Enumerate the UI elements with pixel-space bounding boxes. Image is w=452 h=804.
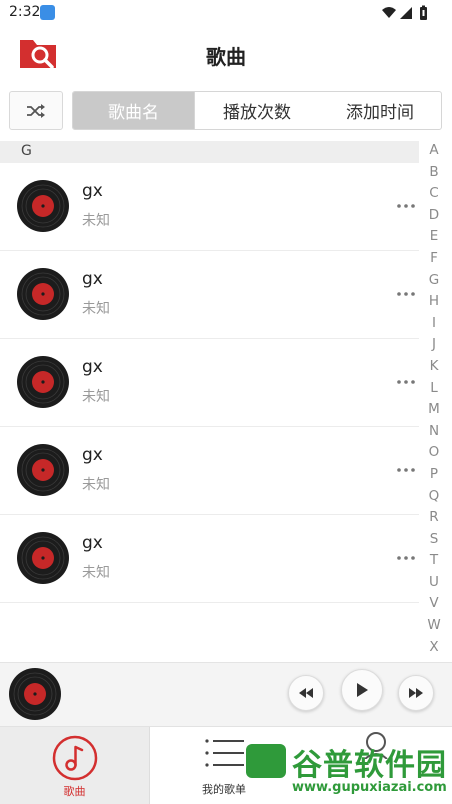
vinyl-disc-icon [17,180,69,232]
song-title: gx [82,445,103,465]
song-list-item[interactable]: gx 未知 [0,251,419,339]
index-letter[interactable]: V [424,593,444,615]
play-button[interactable] [341,669,383,711]
list-icon [205,739,244,767]
song-title: gx [82,181,103,201]
song-artist: 未知 [82,213,110,229]
index-letter[interactable]: X [424,637,444,659]
index-letter[interactable]: G [424,270,444,292]
section-letter: G [21,143,32,159]
index-letter[interactable]: A [424,140,444,162]
app-notification-icon [40,5,55,20]
vinyl-disc-icon [17,268,69,320]
index-letter[interactable]: E [424,226,444,248]
song-list-item[interactable]: gx 未知 [0,427,419,515]
index-letter[interactable]: P [424,464,444,486]
previous-button[interactable] [288,675,324,711]
tab-songs[interactable]: 歌曲 [0,727,150,804]
signal-icon [400,7,412,19]
index-letter[interactable]: T [424,550,444,572]
index-letter[interactable]: U [424,572,444,594]
music-note-icon [52,735,98,781]
more-options-icon[interactable] [396,291,416,297]
status-time: 2:32 [9,4,41,20]
tab-sort-by-name[interactable]: 歌曲名 [73,92,195,129]
sort-toolbar: 歌曲名 播放次数 添加时间 [0,82,452,140]
index-letter[interactable]: O [424,442,444,464]
app-header: 歌曲 [0,26,452,82]
index-letter[interactable]: W [424,615,444,637]
song-list: gx 未知 gx 未知 gx 未知 gx 未知 gx 未知 [0,163,419,603]
song-list-item[interactable]: gx 未知 [0,163,419,251]
more-options-icon[interactable] [396,379,416,385]
play-icon [357,683,368,697]
index-letter[interactable]: J [424,334,444,356]
index-letter[interactable]: F [424,248,444,270]
song-artist: 未知 [82,565,110,581]
index-letter[interactable]: S [424,529,444,551]
watermark: 谷普软件园 www.gupuxiazai.com [246,738,449,800]
index-letter[interactable]: L [424,378,444,400]
index-letter[interactable]: Q [424,486,444,508]
watermark-url: www.gupuxiazai.com [292,780,447,795]
index-letter[interactable]: I [424,313,444,335]
shuffle-button[interactable] [9,91,63,130]
fast-forward-icon [409,688,423,698]
song-list-item[interactable]: gx 未知 [0,339,419,427]
rewind-icon [299,688,313,698]
more-options-icon[interactable] [396,467,416,473]
status-indicators [382,5,427,20]
sort-tabs: 歌曲名 播放次数 添加时间 [72,91,442,130]
song-title: gx [82,357,103,377]
index-letter[interactable]: H [424,291,444,313]
index-letter[interactable]: K [424,356,444,378]
more-options-icon[interactable] [396,203,416,209]
vinyl-disc-icon [17,532,69,584]
now-playing-disc-icon[interactable] [8,667,62,721]
watermark-logo [246,744,286,778]
page-title: 歌曲 [206,45,246,69]
index-letter[interactable]: D [424,205,444,227]
more-options-icon[interactable] [396,555,416,561]
status-bar: 2:32 [0,0,452,26]
next-button[interactable] [398,675,434,711]
tab-sort-by-play-count[interactable]: 播放次数 [195,92,319,129]
index-letter[interactable]: R [424,507,444,529]
wifi-icon [382,7,396,18]
tab-sort-by-date-added[interactable]: 添加时间 [319,92,441,129]
now-playing-bar [0,662,452,726]
watermark-title: 谷普软件园 [292,748,447,783]
vinyl-disc-icon [17,444,69,496]
song-title: gx [82,269,103,289]
shuffle-icon [27,103,45,118]
index-letter[interactable]: C [424,183,444,205]
song-artist: 未知 [82,301,110,317]
index-letter[interactable]: B [424,162,444,184]
battery-icon [420,5,427,20]
song-title: gx [82,533,103,553]
tab-playlist-label: 我的歌单 [202,783,246,796]
song-artist: 未知 [82,477,110,493]
song-artist: 未知 [82,389,110,405]
index-letter[interactable]: M [424,399,444,421]
alphabet-index[interactable]: A B C D E F G H I J K L M N O P Q R S T … [424,140,444,658]
song-list-item[interactable]: gx 未知 [0,515,419,603]
tab-songs-label: 歌曲 [63,785,86,798]
section-header: G [0,141,419,163]
index-letter[interactable]: N [424,421,444,443]
vinyl-disc-icon [17,356,69,408]
